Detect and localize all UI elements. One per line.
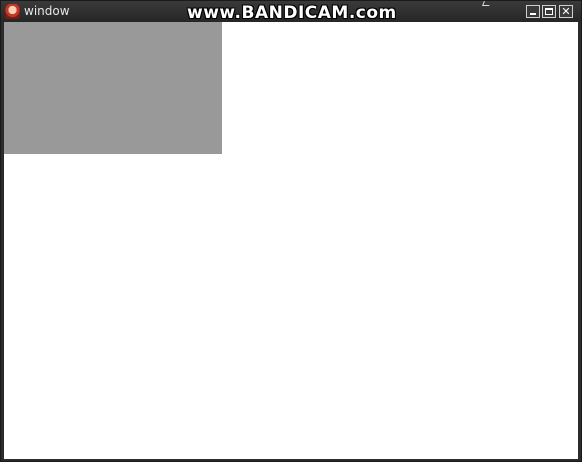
- maximize-icon: [545, 8, 553, 15]
- client-area[interactable]: [4, 22, 578, 459]
- bandicam-watermark: www.BANDICAM.com: [187, 3, 397, 23]
- mouse-cursor-icon: [482, 1, 491, 6]
- app-window: window www.BANDICAM.com ✕: [0, 0, 582, 462]
- app-icon[interactable]: [5, 4, 20, 19]
- minimize-button[interactable]: [526, 5, 540, 18]
- close-button[interactable]: ✕: [559, 5, 573, 18]
- gray-rectangle: [4, 22, 222, 154]
- minimize-icon: [530, 13, 536, 15]
- close-icon: ✕: [561, 5, 571, 18]
- maximize-button[interactable]: [542, 5, 556, 18]
- title-bar[interactable]: window www.BANDICAM.com ✕: [1, 1, 581, 22]
- window-title: window: [24, 4, 70, 18]
